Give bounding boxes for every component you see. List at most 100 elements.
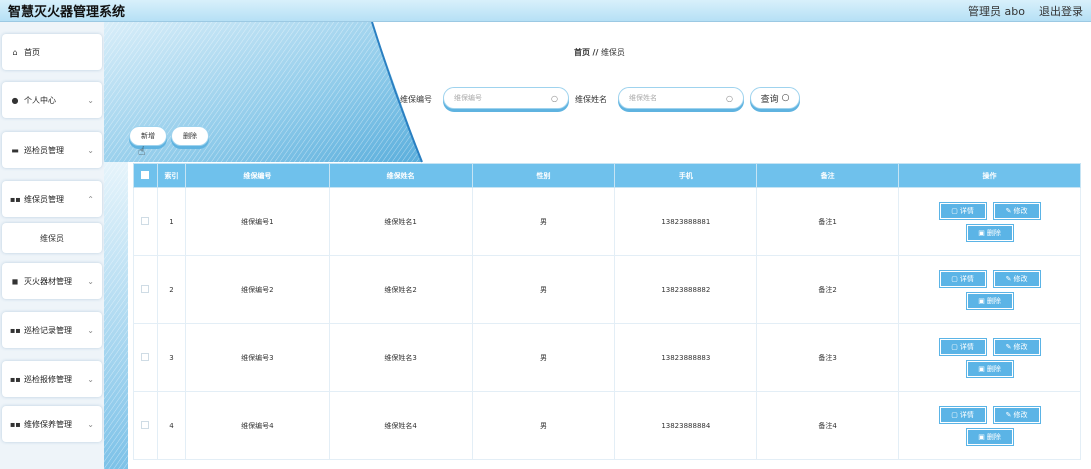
add-button[interactable]: 新增: [129, 126, 167, 146]
delete-button[interactable]: ▣ 删除: [966, 224, 1013, 241]
cell-code: 维保编号2: [184, 255, 330, 324]
row-checkbox[interactable]: [141, 216, 150, 225]
detail-button[interactable]: ▢ 详情: [939, 202, 986, 219]
batch-delete-button[interactable]: 删除: [171, 126, 209, 146]
sidebar-item-extinguishers[interactable]: ◼ 灭火器材管理 ⌄: [2, 263, 102, 299]
sidebar-item-inspectors[interactable]: ▬ 巡检员管理 ⌄: [2, 132, 102, 168]
row-select-cell[interactable]: [133, 255, 158, 324]
detail-label: 详情: [959, 410, 974, 419]
select-all-checkbox[interactable]: [141, 170, 150, 179]
sidebar-item-label: 维保员管理: [24, 194, 64, 204]
column-header: 操作: [898, 163, 1081, 188]
cell-name: 维保姓名4: [328, 391, 473, 460]
row-checkbox[interactable]: [141, 420, 150, 429]
cell-actions: ▢ 详情 ✎ 修改 ▣ 删除: [898, 255, 1081, 324]
delete-button[interactable]: ▣ 删除: [966, 360, 1013, 377]
search-icon: ○: [726, 93, 733, 103]
cell-gender: 男: [471, 255, 616, 324]
cell-index: 3: [156, 323, 186, 392]
top-bar: 智慧灭火器管理系统 管理员 abo 退出登录: [0, 0, 1091, 22]
edit-label: 修改: [1013, 206, 1028, 215]
app-title: 智慧灭火器管理系统: [8, 5, 126, 20]
sidebar-item-inspection-records[interactable]: ▪▪ 巡检记录管理 ⌄: [2, 312, 102, 348]
sidebar-item-label: 维修保养管理: [24, 419, 72, 429]
grid-icon: ▪▪: [10, 419, 21, 429]
chevron-down-icon: ⌄: [87, 325, 94, 335]
search-name-placeholder: 维保姓名: [629, 94, 657, 102]
edit-button[interactable]: ✎ 修改: [993, 406, 1040, 423]
home-icon: ⌂: [12, 47, 18, 57]
grid-icon: ▪▪: [10, 325, 21, 335]
sidebar-item-maintainers[interactable]: ▪▪ 维保员管理 ⌃: [2, 181, 102, 217]
sidebar-item-label: 巡检员管理: [24, 145, 64, 155]
delete-button[interactable]: ▣ 删除: [966, 292, 1013, 309]
delete-label: 删除: [986, 432, 1001, 441]
user-icon: ●: [11, 95, 19, 105]
search-code-input[interactable]: 维保编号 ○: [443, 87, 569, 109]
sidebar-item-home[interactable]: ⌂ 首页: [2, 34, 102, 70]
detail-label: 详情: [959, 274, 974, 283]
edit-button[interactable]: ✎ 修改: [993, 270, 1040, 287]
sidebar-item-label: 个人中心: [24, 95, 56, 105]
cell-actions: ▢ 详情 ✎ 修改 ▣ 删除: [898, 323, 1081, 392]
row-checkbox[interactable]: [141, 284, 150, 293]
trash-icon: ▣: [978, 296, 985, 305]
cell-remark: 备注2: [756, 255, 900, 324]
detail-icon: ▢: [951, 274, 958, 283]
table-row: 3 维保编号3 维保姓名3 男 13823888883 备注3 ▢ 详情 ✎ 修改 …: [133, 323, 1081, 392]
sidebar-item-label: 首页: [24, 47, 40, 57]
column-header: 索引: [156, 163, 186, 188]
breadcrumb-current: 维保员: [600, 48, 625, 57]
column-header: 维保编号: [184, 163, 330, 188]
table-header-row: 索引 维保编号 维保姓名 性别 手机 备注 操作: [133, 163, 1081, 188]
search-icon: ○: [781, 93, 790, 103]
column-header: 性别: [471, 163, 616, 188]
cell-name: 维保姓名1: [328, 187, 473, 256]
mouse-cursor-icon: ☝: [138, 144, 146, 158]
logout-link[interactable]: 退出登录: [1039, 3, 1083, 19]
edit-label: 修改: [1013, 410, 1028, 419]
edit-label: 修改: [1013, 342, 1028, 351]
sidebar-subitem-maintainer[interactable]: 维保员: [2, 223, 102, 253]
edit-button[interactable]: ✎ 修改: [993, 202, 1040, 219]
row-checkbox[interactable]: [141, 352, 150, 361]
cell-name: 维保姓名2: [328, 255, 473, 324]
top-right-links: 管理员 abo 退出登录: [968, 3, 1083, 19]
edit-icon: ✎: [1005, 274, 1012, 283]
trash-icon: ▣: [978, 364, 985, 373]
trash-icon: ▣: [978, 228, 985, 237]
breadcrumb-home[interactable]: 首页: [574, 48, 590, 57]
edit-button[interactable]: ✎ 修改: [993, 338, 1040, 355]
search-code-placeholder: 维保编号: [454, 94, 482, 102]
table-row: 4 维保编号4 维保姓名4 男 13823888884 备注4 ▢ 详情 ✎ 修改 …: [133, 391, 1081, 460]
delete-label: 删除: [986, 296, 1001, 305]
cell-actions: ▢ 详情 ✎ 修改 ▣ 删除: [898, 187, 1081, 256]
row-select-cell[interactable]: [133, 391, 158, 460]
sidebar: ⌂ 首页 ● 个人中心 ⌄ ▬ 巡检员管理 ⌄ ▪▪ 维保员管理 ⌃ 维保员 ◼…: [0, 22, 104, 469]
sidebar-item-maintenance[interactable]: ▪▪ 维修保养管理 ⌄: [2, 406, 102, 442]
delete-button-label: 删除: [183, 132, 197, 140]
search-icon: ○: [551, 93, 558, 103]
detail-button[interactable]: ▢ 详情: [939, 270, 986, 287]
table-row: 2 维保编号2 维保姓名2 男 13823888882 备注2 ▢ 详情 ✎ 修改 …: [133, 255, 1081, 324]
cell-name: 维保姓名3: [328, 323, 473, 392]
cell-phone: 13823888883: [614, 323, 758, 392]
search-name-input[interactable]: 维保姓名 ○: [618, 87, 744, 109]
row-select-cell[interactable]: [133, 187, 158, 256]
sidebar-item-profile[interactable]: ● 个人中心 ⌄: [2, 82, 102, 118]
grid-icon: ▪▪: [10, 374, 21, 384]
cell-code: 维保编号4: [184, 391, 330, 460]
query-button[interactable]: 查询 ○: [750, 87, 800, 109]
delete-button[interactable]: ▣ 删除: [966, 428, 1013, 445]
search-name-label: 维保姓名: [575, 95, 607, 104]
detail-button[interactable]: ▢ 详情: [939, 338, 986, 355]
detail-button[interactable]: ▢ 详情: [939, 406, 986, 423]
breadcrumb-separator: //: [592, 48, 599, 57]
sidebar-item-repair-reports[interactable]: ▪▪ 巡检报修管理 ⌄: [2, 361, 102, 397]
select-all-cell[interactable]: [133, 163, 158, 188]
column-header: 手机: [614, 163, 758, 188]
chevron-down-icon: ⌄: [87, 276, 94, 286]
detail-label: 详情: [959, 342, 974, 351]
edit-icon: ✎: [1005, 206, 1012, 215]
row-select-cell[interactable]: [133, 323, 158, 392]
